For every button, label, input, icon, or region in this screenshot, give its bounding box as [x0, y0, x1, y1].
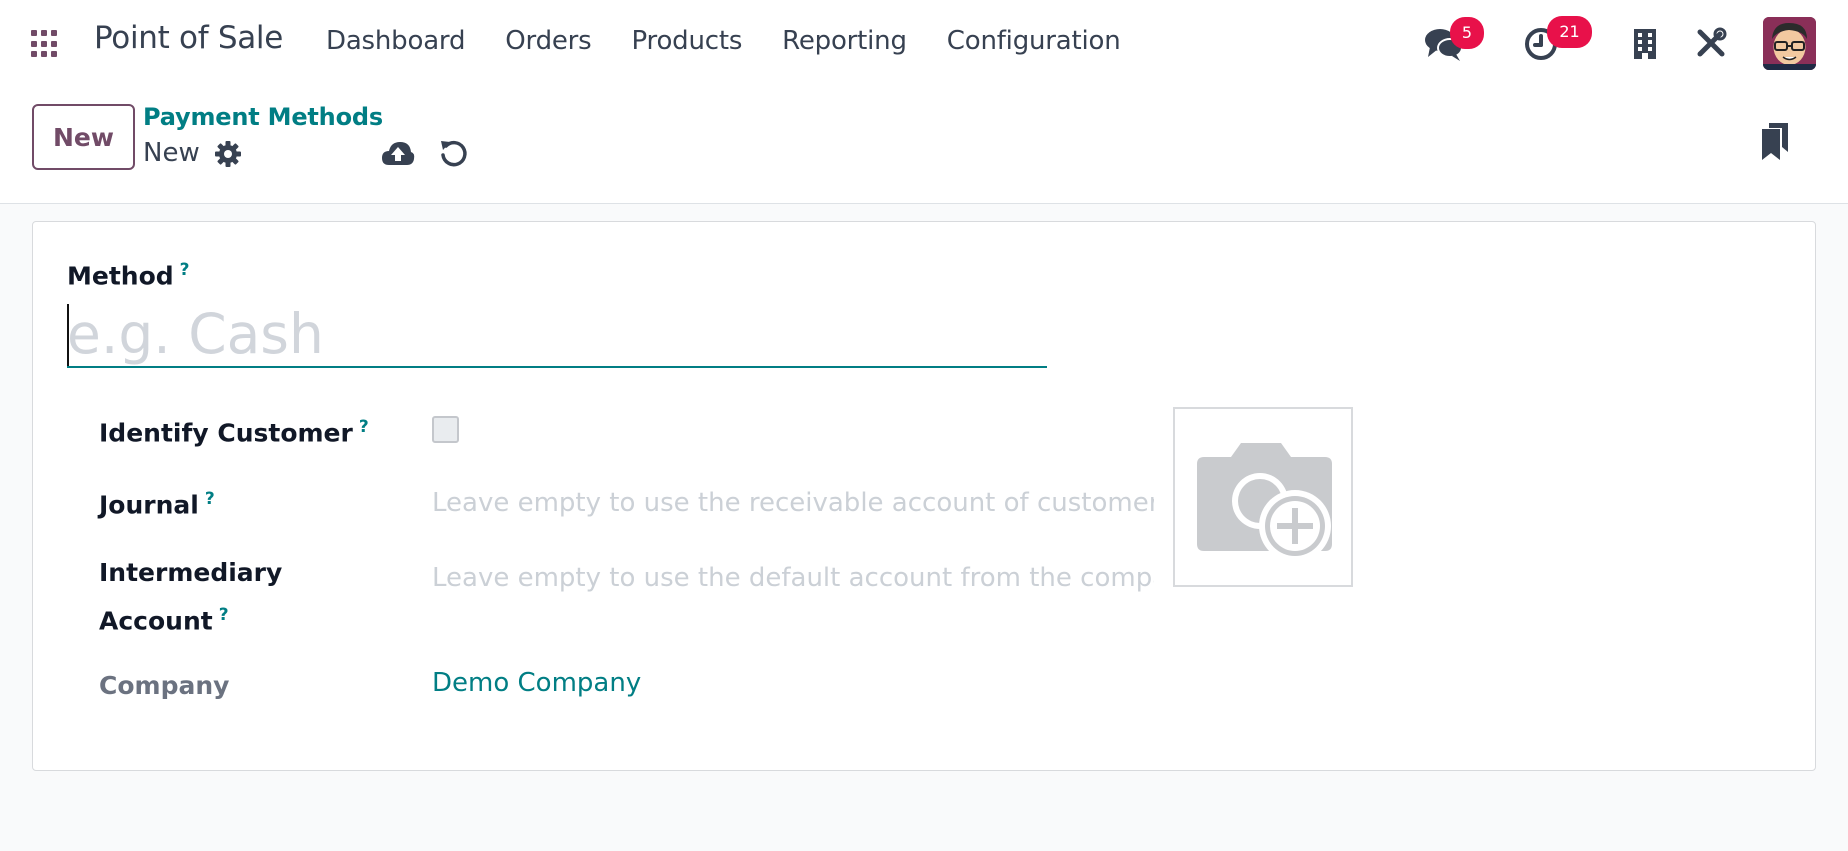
company-value-link[interactable]: Demo Company	[432, 668, 641, 698]
breadcrumb-payment-methods[interactable]: Payment Methods	[143, 103, 383, 131]
menu-orders[interactable]: Orders	[505, 26, 591, 56]
identify-customer-help-icon[interactable]: ?	[359, 417, 369, 437]
apps-menu-icon[interactable]	[31, 30, 59, 58]
control-panel: New Payment Methods New	[0, 86, 1848, 204]
app-name[interactable]: Point of Sale	[94, 20, 283, 56]
form-sheet: Method? Identify Customer? Journal? Inte…	[32, 221, 1816, 771]
text-cursor	[67, 304, 69, 366]
intermediary-label-line1: Intermediary	[99, 558, 283, 587]
image-upload-field[interactable]	[1173, 407, 1353, 587]
company-building-icon[interactable]	[1633, 28, 1657, 60]
intermediary-account-input[interactable]	[432, 558, 1154, 598]
identify-customer-checkbox[interactable]	[432, 416, 459, 443]
method-help-icon[interactable]: ?	[180, 260, 190, 280]
journal-input[interactable]	[432, 483, 1154, 523]
debug-tools-icon[interactable]	[1695, 27, 1727, 59]
journal-label-text: Journal	[99, 490, 199, 520]
intermediary-help-icon[interactable]: ?	[219, 605, 229, 625]
top-navbar: Point of Sale Dashboard Orders Products …	[0, 0, 1848, 86]
identify-customer-label-text: Identify Customer	[99, 418, 353, 448]
method-label-text: Method	[67, 261, 174, 291]
save-cloud-upload-icon[interactable]	[381, 139, 415, 169]
menu-configuration[interactable]: Configuration	[947, 26, 1121, 56]
camera-add-icon	[1197, 443, 1332, 562]
menu-reporting[interactable]: Reporting	[782, 26, 907, 56]
user-avatar[interactable]	[1763, 17, 1816, 70]
messages-badge: 5	[1450, 17, 1484, 49]
record-name: New	[143, 138, 200, 168]
main-menu: Dashboard Orders Products Reporting Conf…	[326, 26, 1161, 56]
intermediary-account-label: Intermediary Account?	[99, 552, 282, 642]
identify-customer-label: Identify Customer?	[99, 406, 369, 454]
intermediary-label-line2: Account	[99, 606, 213, 636]
journal-help-icon[interactable]: ?	[205, 489, 215, 509]
bookmarks-icon[interactable]	[1760, 122, 1790, 162]
journal-label: Journal?	[99, 478, 215, 526]
activities-badge: 21	[1547, 16, 1592, 48]
method-name-input[interactable]	[67, 302, 1047, 368]
company-label: Company	[99, 671, 230, 700]
menu-dashboard[interactable]: Dashboard	[326, 26, 465, 56]
gear-icon[interactable]	[213, 139, 243, 169]
discard-undo-icon[interactable]	[438, 137, 470, 169]
menu-products[interactable]: Products	[632, 26, 743, 56]
method-label: Method?	[67, 260, 190, 290]
new-button[interactable]: New	[32, 104, 135, 170]
